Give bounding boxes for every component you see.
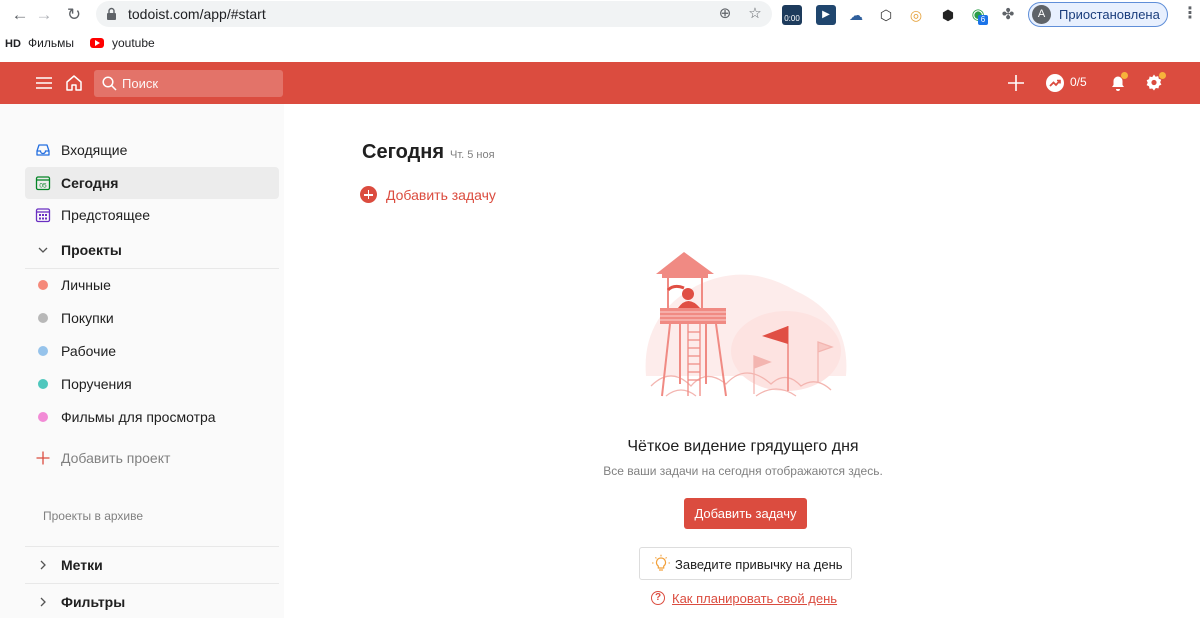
extension-box-icon[interactable]: ⬡: [876, 5, 896, 25]
add-task-label: Добавить задачу: [386, 187, 496, 203]
divider: [25, 583, 279, 584]
url-text: todoist.com/app/#start: [128, 6, 266, 22]
search-input[interactable]: [122, 70, 277, 97]
labels-section-header[interactable]: Метки: [25, 549, 279, 581]
sidebar-item-label: Личные: [61, 277, 111, 293]
filters-header-label: Фильтры: [61, 594, 126, 610]
chevron-right-icon: [40, 560, 46, 570]
quick-add-icon[interactable]: [1005, 72, 1027, 94]
projects-section-header[interactable]: Проекты: [25, 234, 279, 266]
habit-button-label: Заведите привычку на день: [675, 557, 843, 572]
project-color-dot: [38, 313, 48, 323]
filters-section-header[interactable]: Фильтры: [25, 586, 279, 618]
bookmark-star-icon[interactable]: ☆: [746, 5, 764, 23]
bookmark-hd-icon: HD: [5, 38, 21, 50]
project-color-dot: [38, 379, 48, 389]
sidebar-item-upcoming[interactable]: Предстоящее: [25, 199, 279, 231]
extension-count-badge: 6: [978, 15, 988, 25]
today-icon-day: 05: [39, 183, 47, 190]
extension-play-icon[interactable]: ▶: [816, 5, 836, 25]
lightbulb-icon: [652, 554, 670, 571]
chevron-right-icon: [40, 597, 46, 607]
main-content: Сегодня Чт. 5 ноя Добавить задачу Чёткое…: [284, 104, 1200, 618]
sidebar-item-label: Поручения: [61, 376, 132, 392]
sidebar: Входящие 05 Сегодня Предстоящее Проекты …: [0, 104, 284, 618]
sidebar-item-inbox[interactable]: Входящие: [25, 134, 279, 166]
sidebar-item-label: Сегодня: [61, 175, 119, 191]
bookmarks-bar: HD Фильмы youtube: [0, 30, 1200, 58]
page-date: Чт. 5 ноя: [450, 149, 495, 161]
habit-button[interactable]: Заведите привычку на день: [639, 547, 852, 580]
inbox-icon: [36, 144, 50, 156]
sidebar-item-label: Покупки: [61, 310, 114, 326]
search-box[interactable]: [94, 70, 283, 97]
forward-icon[interactable]: →: [34, 5, 54, 25]
sidebar-item-label: Фильмы для просмотра: [61, 409, 216, 425]
project-color-dot: [38, 346, 48, 356]
reload-icon[interactable]: ↻: [64, 5, 84, 25]
browser-menu-icon[interactable]: ⋮: [1182, 4, 1198, 24]
plus-icon: [36, 451, 50, 465]
page-title: Сегодня: [362, 141, 445, 163]
menu-icon[interactable]: [33, 72, 55, 94]
settings-dot: [1159, 72, 1166, 79]
extensions-puzzle-icon[interactable]: ✤: [998, 5, 1018, 25]
labels-header-label: Метки: [61, 557, 103, 573]
sidebar-item-label: Входящие: [61, 142, 128, 158]
youtube-icon: [90, 38, 104, 48]
lock-icon: [107, 7, 116, 20]
sidebar-item-project-personal[interactable]: Личные: [25, 269, 279, 301]
bookmark-filmy[interactable]: Фильмы: [28, 36, 74, 50]
projects-header-label: Проекты: [61, 242, 122, 258]
today-calendar-icon: 05: [35, 176, 51, 191]
search-icon: [102, 76, 117, 91]
address-row: ← → ↻ todoist.com/app/#start ⊕ ☆ 0:00 ▶ …: [0, 0, 1200, 29]
home-icon[interactable]: [63, 72, 85, 94]
sidebar-item-today[interactable]: 05 Сегодня: [25, 167, 279, 199]
profile-button[interactable]: A Приостановлена: [1028, 2, 1168, 27]
profile-status: Приостановлена: [1059, 7, 1160, 22]
add-task-inline-button[interactable]: Добавить задачу: [360, 184, 500, 206]
project-color-dot: [38, 280, 48, 290]
project-color-dot: [38, 412, 48, 422]
add-icon[interactable]: ⊕: [716, 5, 734, 23]
add-project-label: Добавить проект: [61, 450, 171, 466]
browser-chrome: ← → ↻ todoist.com/app/#start ⊕ ☆ 0:00 ▶ …: [0, 0, 1200, 62]
sidebar-item-project-errands[interactable]: Поручения: [25, 368, 279, 400]
chevron-down-icon: [38, 247, 48, 253]
productivity-icon[interactable]: [1044, 72, 1066, 94]
notification-dot: [1121, 72, 1128, 79]
address-bar[interactable]: todoist.com/app/#start ⊕ ☆: [96, 1, 772, 27]
sidebar-item-label: Предстоящее: [61, 207, 151, 223]
question-icon: ?: [651, 591, 665, 605]
empty-state-subtitle: Все ваши задачи на сегодня отображаются …: [603, 464, 883, 478]
sidebar-item-project-work[interactable]: Рабочие: [25, 335, 279, 367]
extension-cube-icon[interactable]: ⬢: [938, 5, 958, 25]
add-task-button[interactable]: Добавить задачу: [684, 498, 807, 529]
back-icon[interactable]: ←: [10, 5, 30, 25]
app-header: 0/5: [0, 62, 1200, 104]
extension-cloud-icon[interactable]: ☁: [846, 5, 866, 25]
bookmark-youtube[interactable]: youtube: [112, 36, 155, 50]
sidebar-item-label: Рабочие: [61, 343, 117, 359]
add-project-button[interactable]: Добавить проект: [25, 442, 279, 474]
help-link-label: Как планировать свой день: [672, 591, 838, 606]
sidebar-item-project-movies[interactable]: Фильмы для просмотра: [25, 401, 279, 433]
karma-count[interactable]: 0/5: [1070, 75, 1087, 89]
upcoming-calendar-icon: [35, 208, 51, 223]
extension-globe-icon[interactable]: ◎: [906, 5, 926, 25]
extension-timer-icon[interactable]: 0:00: [782, 5, 802, 25]
empty-state-title: Чёткое видение грядущего дня: [627, 438, 859, 455]
divider: [25, 546, 279, 547]
add-circle-icon: [360, 186, 377, 203]
avatar: A: [1032, 5, 1051, 24]
archived-projects-link[interactable]: Проекты в архиве: [43, 509, 143, 523]
watchtower-illustration: [645, 252, 847, 397]
sidebar-item-project-shopping[interactable]: Покупки: [25, 302, 279, 334]
